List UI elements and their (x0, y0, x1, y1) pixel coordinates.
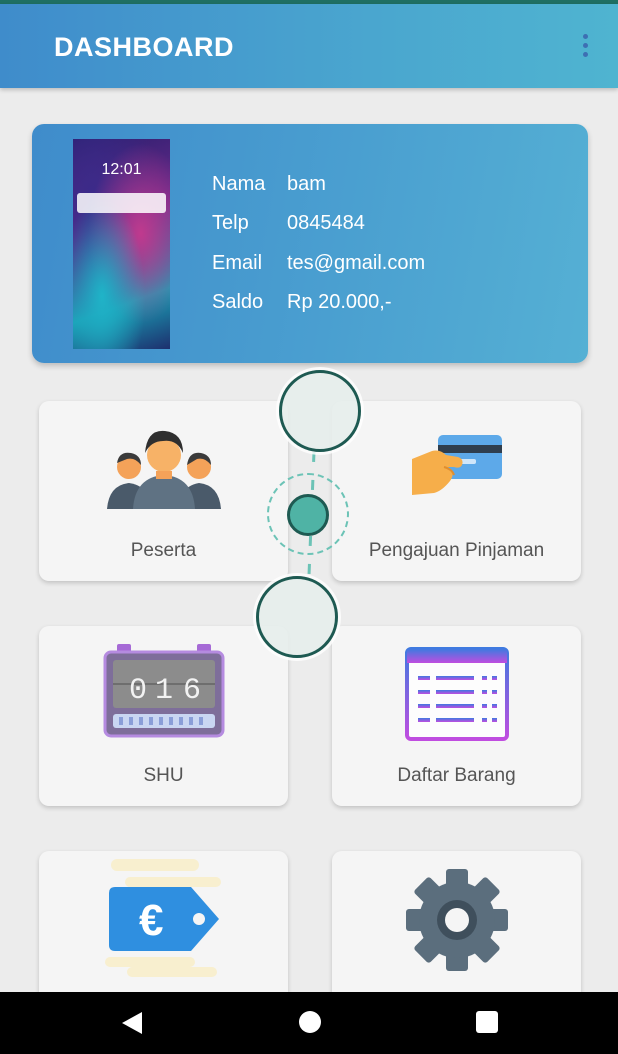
back-triangle-icon[interactable] (120, 1010, 144, 1036)
home-circle-icon[interactable] (299, 1011, 321, 1033)
recent-square-icon[interactable] (476, 1011, 498, 1033)
touch-point-top (279, 370, 361, 452)
system-nav-bar (0, 992, 618, 1054)
touch-point-center (287, 494, 329, 536)
touch-point-bottom (256, 576, 338, 658)
